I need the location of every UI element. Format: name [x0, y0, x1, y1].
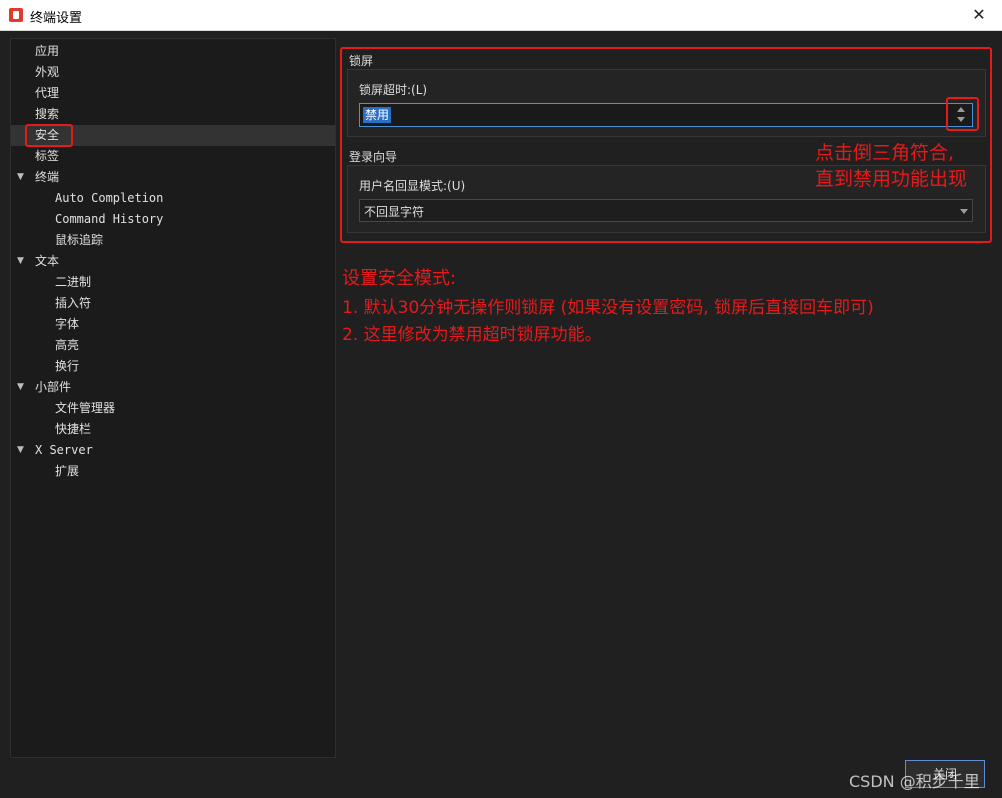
window-title: 终端设置: [30, 11, 83, 26]
annotation-note-line1: 1. 默认30分钟无操作则锁屏 (如果没有设置密码, 锁屏后直接回车即可): [342, 298, 874, 318]
annotation-note-line2: 2. 这里修改为禁用超时锁屏功能。: [342, 325, 602, 345]
tree-item-file-manager[interactable]: 文件管理器: [11, 398, 335, 419]
expand-arrow-icon[interactable]: ▼: [17, 377, 24, 398]
watermark: CSDN @积步千里: [849, 772, 980, 791]
annotation-spin-hint-2: 直到禁用功能出现: [815, 168, 968, 190]
annotation-spin-hint-1: 点击倒三角符合,: [815, 142, 955, 164]
tree-item-app[interactable]: 应用: [11, 41, 335, 62]
tree-item-wrap[interactable]: 换行: [11, 356, 335, 377]
tree-item-tabs[interactable]: 标签: [11, 146, 335, 167]
annotation-highlight-spin: [946, 97, 979, 131]
annotation-note-title: 设置安全模式:: [342, 268, 457, 289]
tree-item-highlight[interactable]: 高亮: [11, 335, 335, 356]
expand-arrow-icon[interactable]: ▼: [17, 251, 24, 272]
tree-item-proxy[interactable]: 代理: [11, 83, 335, 104]
tree-item-text[interactable]: ▼ 文本: [11, 251, 335, 272]
tree-item-font[interactable]: 字体: [11, 314, 335, 335]
tree-item-widgets[interactable]: ▼ 小部件: [11, 377, 335, 398]
annotation-highlight-security: [25, 124, 73, 147]
expand-arrow-icon[interactable]: ▼: [17, 167, 24, 188]
close-icon[interactable]: ✕: [969, 5, 989, 25]
tree-item-caret[interactable]: 插入符: [11, 293, 335, 314]
tree-item-quickbar[interactable]: 快捷栏: [11, 419, 335, 440]
expand-arrow-icon[interactable]: ▼: [17, 440, 24, 461]
app-logo-icon: [9, 8, 23, 22]
tree-item-auto-completion[interactable]: Auto Completion: [11, 188, 335, 209]
tree-item-extensions[interactable]: 扩展: [11, 461, 335, 482]
tree-item-binary[interactable]: 二进制: [11, 272, 335, 293]
tree-item-terminal[interactable]: ▼ 终端: [11, 167, 335, 188]
tree-item-x-server[interactable]: ▼ X Server: [11, 440, 335, 461]
tree-item-mouse-tracking[interactable]: 鼠标追踪: [11, 230, 335, 251]
tree-item-appearance[interactable]: 外观: [11, 62, 335, 83]
tree-item-command-history[interactable]: Command History: [11, 209, 335, 230]
title-bar: 终端设置 ✕: [0, 0, 1002, 31]
tree-item-search[interactable]: 搜索: [11, 104, 335, 125]
